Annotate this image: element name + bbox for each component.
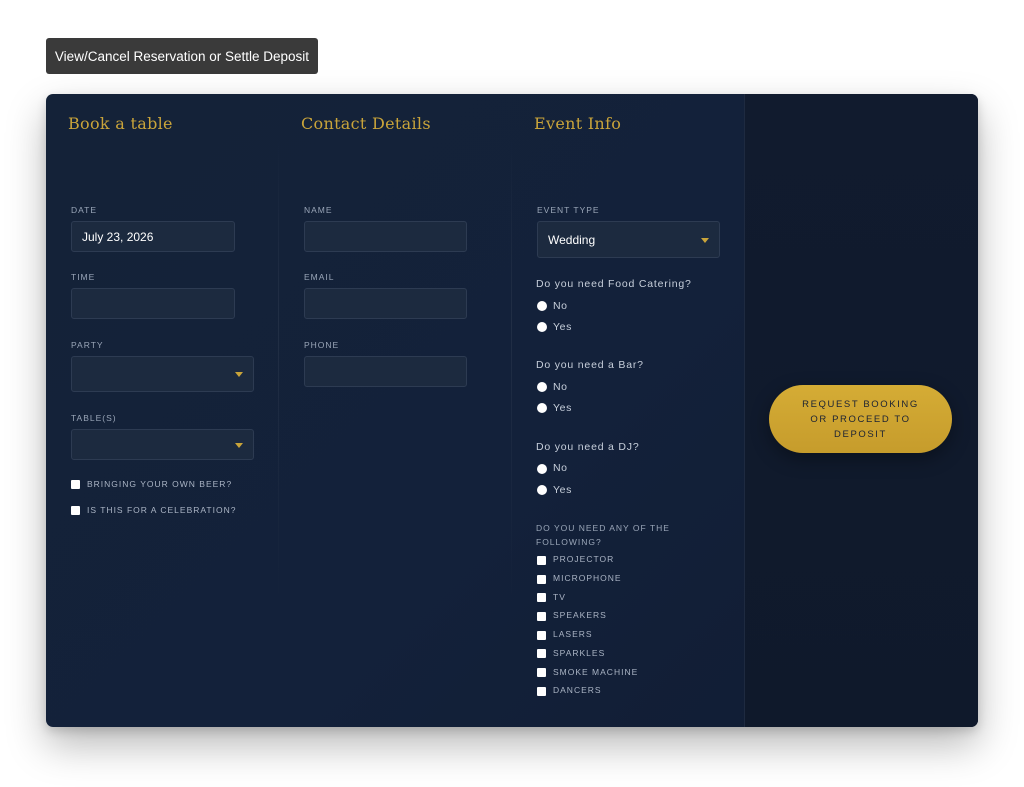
request-booking-button[interactable]: REQUEST BOOKING OR PROCEED TO DEPOSIT (769, 385, 952, 453)
contact-details-heading: Contact Details (301, 114, 431, 133)
time-label: TIME (71, 272, 96, 282)
byob-label: BRINGING YOUR OWN BEER? (87, 479, 233, 489)
smoke-machine-checkbox[interactable] (537, 668, 546, 677)
catering-no-radio[interactable] (537, 301, 547, 311)
name-input[interactable] (304, 221, 467, 252)
event-type-value: Wedding (548, 232, 596, 247)
date-value: July 23, 2026 (82, 229, 154, 244)
speakers-checkbox[interactable] (537, 612, 546, 621)
date-label: DATE (71, 205, 98, 215)
chevron-down-icon (701, 237, 709, 243)
tables-select[interactable] (71, 429, 254, 460)
event-type-label: EVENT TYPE (537, 205, 600, 215)
dj-yes-label: Yes (553, 484, 572, 496)
booking-form-card: Book a table DATE July 23, 2026 TIME PAR… (46, 94, 978, 727)
dj-no-label: No (553, 462, 568, 474)
date-input[interactable]: July 23, 2026 (71, 221, 235, 252)
bar-no-radio[interactable] (537, 382, 547, 392)
tv-label: TV (553, 592, 566, 602)
bar-question: Do you need a Bar? (536, 359, 644, 371)
chevron-down-icon (235, 442, 243, 448)
email-label: EMAIL (304, 272, 335, 282)
bar-yes-label: Yes (553, 402, 572, 414)
time-input[interactable] (71, 288, 235, 319)
celebration-label: IS THIS FOR A CELEBRATION? (87, 505, 237, 515)
projector-label: PROJECTOR (553, 554, 615, 564)
microphone-label: MICROPHONE (553, 573, 622, 583)
microphone-checkbox[interactable] (537, 575, 546, 584)
view-cancel-reservation-button[interactable]: View/Cancel Reservation or Settle Deposi… (46, 38, 318, 74)
lasers-label: LASERS (553, 629, 593, 639)
column-divider (278, 134, 279, 604)
dj-no-radio[interactable] (537, 464, 547, 474)
name-label: NAME (304, 205, 333, 215)
dj-question: Do you need a DJ? (536, 441, 640, 453)
column-divider (511, 134, 512, 604)
email-input[interactable] (304, 288, 467, 319)
catering-yes-label: Yes (553, 321, 572, 333)
chevron-down-icon (235, 372, 243, 377)
request-booking-label: REQUEST BOOKING OR PROCEED TO DEPOSIT (802, 398, 919, 440)
catering-no-label: No (553, 300, 568, 312)
event-info-heading: Event Info (534, 114, 622, 133)
bar-no-label: No (553, 381, 568, 393)
bar-yes-radio[interactable] (537, 403, 547, 413)
sparkles-label: SPARKLES (553, 648, 606, 658)
sparkles-checkbox[interactable] (537, 649, 546, 658)
tables-label: TABLE(S) (71, 413, 117, 423)
dancers-label: DANCERS (553, 685, 602, 695)
lasers-checkbox[interactable] (537, 631, 546, 640)
dancers-checkbox[interactable] (537, 687, 546, 696)
phone-label: PHONE (304, 340, 340, 350)
celebration-checkbox[interactable] (71, 506, 80, 515)
phone-input[interactable] (304, 356, 467, 387)
dj-yes-radio[interactable] (537, 485, 547, 495)
smoke-machine-label: SMOKE MACHINE (553, 667, 639, 677)
party-label: PARTY (71, 340, 104, 350)
catering-question: Do you need Food Catering? (536, 278, 692, 290)
tv-checkbox[interactable] (537, 593, 546, 602)
catering-yes-radio[interactable] (537, 322, 547, 332)
book-table-heading: Book a table (68, 114, 173, 133)
party-select[interactable] (71, 356, 254, 392)
event-type-select[interactable]: Wedding (537, 221, 720, 258)
speakers-label: SPEAKERS (553, 610, 607, 620)
extras-label: DO YOU NEED ANY OF THE FOLLOWING? (536, 523, 670, 547)
projector-checkbox[interactable] (537, 556, 546, 565)
byob-checkbox[interactable] (71, 480, 80, 489)
